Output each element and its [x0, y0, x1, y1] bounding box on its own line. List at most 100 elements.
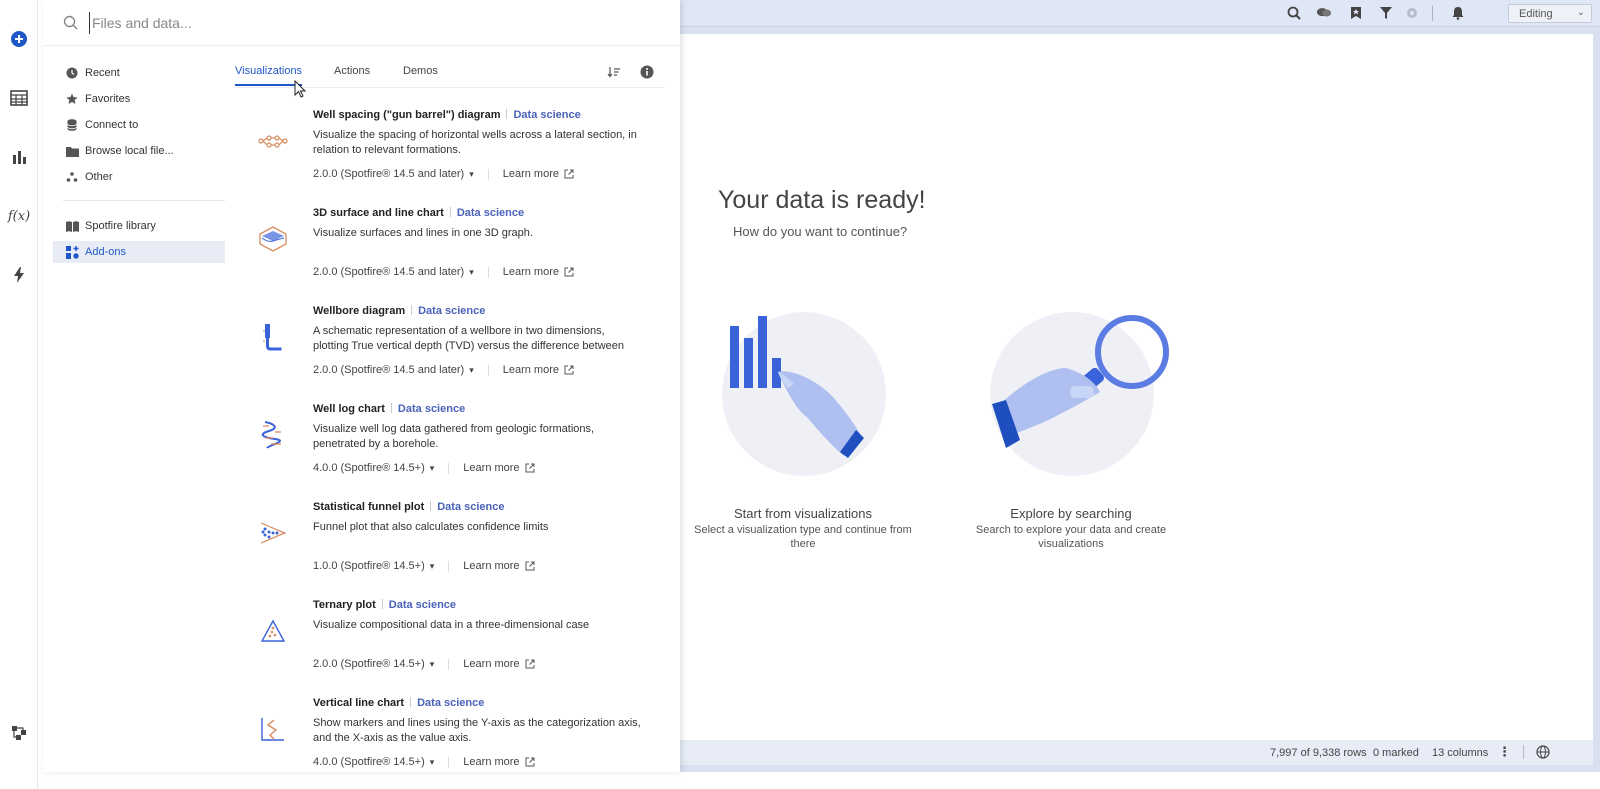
- version-select[interactable]: 1.0.0 (Spotfire® 14.5+) ▾: [313, 560, 434, 572]
- more-options-icon[interactable]: ⋮: [1498, 744, 1511, 760]
- wellbore-icon: [255, 322, 291, 352]
- version-select[interactable]: 2.0.0 (Spotfire® 14.5 and later) ▾: [313, 266, 474, 278]
- bookmark-icon[interactable]: [1348, 5, 1364, 21]
- meta-divider: [487, 364, 489, 376]
- title-divider: [430, 501, 432, 511]
- learn-more-link[interactable]: Learn more: [463, 658, 535, 670]
- nav-item-label: Favorites: [85, 93, 131, 105]
- active-tab-indicator: [235, 84, 302, 86]
- ternary-plot-icon: [255, 616, 291, 646]
- search-illustration: [990, 312, 1169, 476]
- nav-item-label: Browse local file...: [85, 145, 174, 157]
- chevron-down-icon: ▾: [429, 659, 435, 669]
- tab-actions[interactable]: Actions: [334, 65, 370, 77]
- addon-title-row: Ternary plot Data science: [313, 599, 456, 611]
- data-table-icon[interactable]: [8, 87, 30, 109]
- version-select[interactable]: 2.0.0 (Spotfire® 14.5 and later) ▾: [313, 168, 474, 180]
- external-link-icon: [564, 267, 574, 277]
- version-select[interactable]: 4.0.0 (Spotfire® 14.5+) ▾: [313, 756, 434, 768]
- addon-card[interactable]: Vertical line chart Data science Show mar…: [235, 688, 665, 786]
- addon-category: Data science: [513, 109, 581, 121]
- version-label: 2.0.0 (Spotfire® 14.5+): [313, 658, 425, 670]
- nav-item-recent[interactable]: Recent: [53, 62, 225, 84]
- mode-select[interactable]: Editing ⌄: [1508, 4, 1592, 23]
- top-toolbar: Editing ⌄: [680, 0, 1600, 27]
- addon-card[interactable]: Well spacing ("gun barrel") diagram Data …: [235, 100, 665, 198]
- version-select[interactable]: 2.0.0 (Spotfire® 14.5 and later) ▾: [313, 364, 474, 376]
- nav-item-spotfire-library[interactable]: Spotfire library: [53, 215, 225, 237]
- addon-title-row: 3D surface and line chart Data science: [313, 207, 524, 219]
- addon-description: Visualize surfaces and lines in one 3D g…: [313, 227, 533, 239]
- filter-icon[interactable]: [1378, 5, 1394, 21]
- search-bar: [43, 0, 680, 46]
- nav-divider: [63, 200, 225, 201]
- function-icon[interactable]: f(x): [8, 205, 30, 227]
- learn-more-label: Learn more: [463, 462, 520, 474]
- search-input[interactable]: [89, 12, 649, 34]
- dots-icon: [65, 170, 79, 184]
- addon-title: 3D surface and line chart: [313, 207, 444, 219]
- database-icon: [65, 118, 79, 132]
- addon-card[interactable]: Well log chart Data science Visualize wel…: [235, 394, 665, 492]
- nav-item-label: Connect to: [85, 119, 139, 131]
- lightning-icon[interactable]: [8, 264, 30, 286]
- add-data-icon[interactable]: [8, 28, 30, 50]
- nav-item-add-ons[interactable]: Add-ons: [53, 241, 225, 263]
- external-link-icon: [525, 561, 535, 571]
- visualizations-icon[interactable]: [8, 146, 30, 168]
- addons-icon: [65, 245, 79, 259]
- addon-meta: 2.0.0 (Spotfire® 14.5 and later) ▾ Learn …: [313, 168, 574, 180]
- sort-icon[interactable]: [607, 65, 621, 83]
- nav-item-other[interactable]: Other: [53, 166, 225, 188]
- addon-meta: 4.0.0 (Spotfire® 14.5+) ▾ Learn more: [313, 756, 535, 768]
- learn-more-label: Learn more: [463, 560, 520, 572]
- version-label: 2.0.0 (Spotfire® 14.5 and later): [313, 266, 465, 278]
- learn-more-link[interactable]: Learn more: [463, 462, 535, 474]
- addon-title-row: Well spacing ("gun barrel") diagram Data …: [313, 109, 581, 121]
- addon-title: Statistical funnel plot: [313, 501, 425, 513]
- nav-item-connect-to[interactable]: Connect to: [53, 114, 225, 136]
- learn-more-link[interactable]: Learn more: [463, 756, 535, 768]
- version-select[interactable]: 2.0.0 (Spotfire® 14.5+) ▾: [313, 658, 434, 670]
- mouse-cursor-icon: [294, 79, 307, 103]
- settings-gear-icon[interactable]: [1404, 5, 1420, 21]
- addon-meta: 4.0.0 (Spotfire® 14.5+) ▾ Learn more: [313, 462, 535, 474]
- addon-card[interactable]: Statistical funnel plot Data science Funn…: [235, 492, 665, 590]
- addon-card[interactable]: 3D surface and line chart Data science Vi…: [235, 198, 665, 296]
- notifications-bell-icon[interactable]: [1450, 5, 1466, 21]
- tab-demos[interactable]: Demos: [403, 65, 438, 77]
- mode-select-value: Editing: [1519, 7, 1553, 20]
- clock-icon: [65, 66, 79, 80]
- version-label: 1.0.0 (Spotfire® 14.5+): [313, 560, 425, 572]
- chevron-down-icon: ▾: [429, 561, 435, 571]
- addon-title: Wellbore diagram: [313, 305, 406, 317]
- chevron-down-icon: ▾: [469, 169, 474, 179]
- learn-more-link[interactable]: Learn more: [503, 266, 574, 278]
- info-icon[interactable]: [640, 65, 654, 84]
- option-description: Select a visualization type and continue…: [694, 524, 912, 550]
- comments-icon[interactable]: [1316, 5, 1332, 21]
- learn-more-link[interactable]: Learn more: [463, 560, 535, 572]
- learn-more-link[interactable]: Learn more: [503, 364, 574, 376]
- addon-card[interactable]: Wellbore diagram Data science A schematic…: [235, 296, 665, 394]
- tab-visualizations[interactable]: Visualizations: [235, 65, 302, 77]
- addon-title-row: Well log chart Data science: [313, 403, 465, 415]
- learn-more-label: Learn more: [502, 266, 559, 278]
- column-count: 13 columns: [1432, 747, 1489, 759]
- globe-icon[interactable]: [1536, 745, 1550, 762]
- nav-item-label: Other: [85, 171, 113, 183]
- nav-item-label: Add-ons: [85, 246, 126, 258]
- nav-item-browse-local-file[interactable]: Browse local file...: [53, 140, 225, 162]
- version-select[interactable]: 4.0.0 (Spotfire® 14.5+) ▾: [313, 462, 434, 474]
- funnel-plot-icon: [255, 518, 291, 548]
- welcome-title: Your data is ready!: [718, 186, 926, 214]
- folder-icon: [65, 144, 79, 158]
- addon-card[interactable]: Ternary plot Data science Visualize compo…: [235, 590, 665, 688]
- toolbar-divider: [1432, 6, 1433, 21]
- structure-icon[interactable]: [8, 722, 30, 744]
- learn-more-link[interactable]: Learn more: [503, 168, 574, 180]
- gun-barrel-icon: [255, 126, 291, 156]
- addon-category: Data science: [397, 403, 466, 415]
- nav-item-favorites[interactable]: Favorites: [53, 88, 225, 110]
- search-icon[interactable]: [1286, 5, 1302, 21]
